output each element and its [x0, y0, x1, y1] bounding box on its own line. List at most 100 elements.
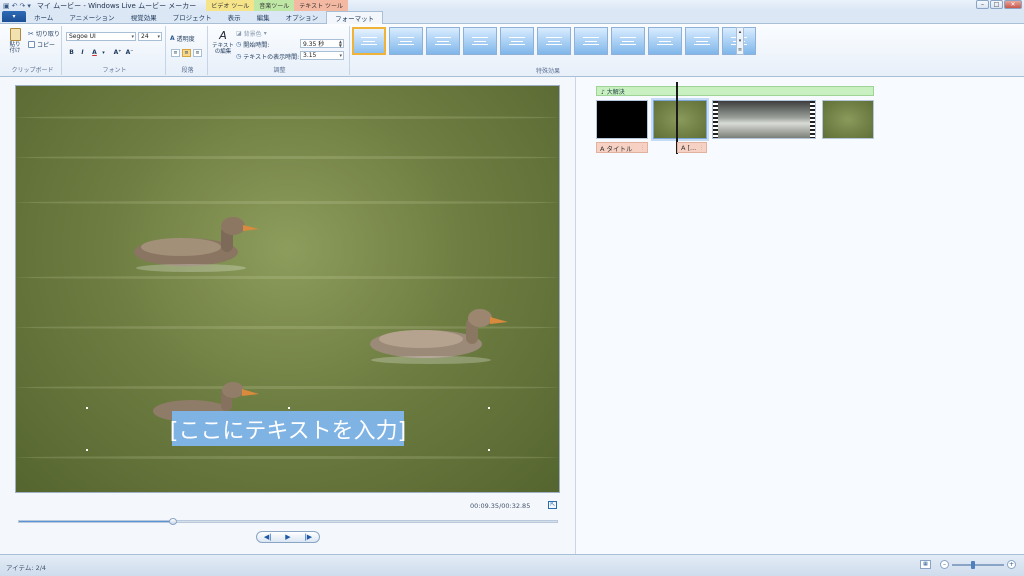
fullscreen-icon[interactable]: ⇱: [548, 501, 557, 509]
bold-button[interactable]: B: [67, 48, 76, 57]
grow-font-button[interactable]: A⁺: [112, 48, 123, 57]
edit-text-button[interactable]: A テキストの編集: [212, 29, 234, 55]
effect-thumbnail[interactable]: [389, 27, 423, 55]
save-icon[interactable]: ▣: [3, 2, 10, 10]
file-menu-button[interactable]: ▾: [2, 11, 26, 22]
effect-thumbnail[interactable]: [352, 27, 386, 55]
chevron-down-icon: ▾: [339, 52, 342, 59]
text-overlay-content[interactable]: [ここにテキストを入力]: [170, 413, 407, 445]
cut-icon: ✂: [28, 29, 34, 38]
thumbnail-size-icon[interactable]: ▦: [920, 560, 931, 569]
resize-handle[interactable]: [86, 407, 88, 409]
effect-preview-icon: [509, 37, 525, 45]
play-button[interactable]: ▶: [285, 533, 290, 541]
shrink-font-button[interactable]: A⁻: [124, 48, 135, 57]
chevron-up-icon[interactable]: ▴: [739, 29, 742, 35]
tab-4[interactable]: プロジェクト: [165, 11, 220, 23]
more-icon[interactable]: ≡: [738, 47, 742, 53]
spinner-arrows-icon[interactable]: ▲ ▼: [339, 39, 342, 48]
context-tab-text-tools: テキスト ツール: [294, 0, 348, 11]
duration-select[interactable]: 3.15 ▾: [300, 51, 344, 60]
effect-preview-icon: [694, 37, 710, 45]
tab-3[interactable]: 視覚効果: [123, 11, 165, 23]
clipboard-group: 貼り付け ✂ 切り取り コピー クリップボード: [4, 26, 62, 75]
tab-7[interactable]: オプション: [278, 11, 327, 23]
paste-button[interactable]: 貼り付け: [6, 28, 24, 54]
close-button[interactable]: ✕: [1004, 0, 1022, 9]
paste-icon: [9, 28, 21, 41]
minimize-button[interactable]: –: [976, 0, 989, 9]
effect-thumbnail[interactable]: [537, 27, 571, 55]
zoom-slider-thumb[interactable]: [970, 560, 975, 569]
background-color-button[interactable]: ◪ 背景色 ▾: [236, 29, 267, 38]
tab-2[interactable]: アニメーション: [61, 11, 122, 23]
align-left-button[interactable]: ≡: [171, 49, 180, 57]
paste-label: 貼り付け: [9, 42, 21, 54]
next-frame-button[interactable]: |▶: [304, 533, 312, 541]
chevron-down-icon[interactable]: ▾: [99, 48, 108, 57]
title-clip[interactable]: [596, 100, 648, 139]
zoom-in-button[interactable]: +: [1007, 560, 1016, 569]
undo-icon[interactable]: ↶: [12, 2, 18, 10]
zoom-out-button[interactable]: –: [940, 560, 949, 569]
italic-button[interactable]: I: [78, 48, 87, 57]
ribbon-tab-row: ▾ ホーム アニメーション 視覚効果 プロジェクト 表示 編集 オプション フォーマット: [0, 11, 1024, 24]
film-sprocket: [810, 101, 815, 138]
clock-icon: ◷: [236, 53, 242, 60]
copy-button[interactable]: コピー: [28, 40, 55, 49]
title-caption-tag[interactable]: A タイトル ⋮: [596, 142, 648, 153]
transparency-button[interactable]: A 透明度: [170, 34, 195, 43]
effect-thumbnail[interactable]: [611, 27, 645, 55]
effect-thumbnail[interactable]: [426, 27, 460, 55]
tab-6[interactable]: 編集: [249, 11, 278, 23]
video-clip-ducks[interactable]: [822, 100, 874, 139]
video-clip-road[interactable]: [712, 100, 816, 139]
qat-dropdown-icon[interactable]: ▾: [27, 2, 31, 10]
align-center-button[interactable]: ≡: [182, 49, 191, 57]
maximize-button[interactable]: □: [990, 0, 1003, 9]
window-controls: – □ ✕: [976, 0, 1022, 9]
text-caption-tag[interactable]: A [... ⋮: [677, 142, 707, 153]
seek-bar-thumb[interactable]: [169, 518, 178, 525]
effect-thumbnail[interactable]: [500, 27, 534, 55]
effect-thumbnail[interactable]: [574, 27, 608, 55]
chevron-down-icon: ▾: [157, 33, 160, 40]
font-family-select[interactable]: Segoe UI ▾: [66, 32, 136, 41]
effect-preview-icon: [583, 37, 599, 45]
font-size-select[interactable]: 24 ▾: [138, 32, 162, 41]
water-ripple: [16, 276, 559, 279]
effect-thumbnail[interactable]: [685, 27, 719, 55]
timecode-display: 00:09.35/00:32.85: [470, 502, 531, 510]
resize-handle[interactable]: [488, 407, 490, 409]
effect-thumbnail[interactable]: [648, 27, 682, 55]
chevron-down-icon[interactable]: ▾: [739, 38, 742, 44]
redo-icon[interactable]: ↷: [20, 2, 26, 10]
tab-1[interactable]: ホーム: [26, 11, 61, 23]
effect-preview-icon: [398, 37, 414, 45]
zoom-slider[interactable]: [952, 560, 1004, 569]
align-right-button[interactable]: ≡: [193, 49, 202, 57]
water-ripple: [16, 386, 559, 389]
start-time-input[interactable]: 9.35 秒 ▲ ▼: [300, 39, 344, 48]
tab-5[interactable]: 表示: [220, 11, 249, 23]
seek-bar[interactable]: [18, 518, 558, 525]
resize-handle[interactable]: [86, 449, 88, 451]
resize-handle[interactable]: [488, 449, 490, 451]
duck-image: [370, 309, 508, 364]
main-area: [ここにテキストを入力] 00:09.35/00:32.85 ⇱ ◀| ▶ |▶…: [0, 77, 1024, 554]
effect-thumbnail[interactable]: [463, 27, 497, 55]
start-time-label-row: ◷ 開始時間:: [236, 40, 269, 49]
effects-group-label: 特殊効果: [535, 68, 560, 75]
effect-preview-icon: [657, 37, 673, 45]
clipboard-group-label: クリップボード: [11, 67, 54, 74]
text-overlay-box[interactable]: [ここにテキストを入力]: [170, 411, 407, 446]
resize-handle[interactable]: [288, 407, 290, 409]
effects-gallery-scroll[interactable]: ▴ ▾ ≡: [736, 27, 744, 55]
previous-frame-button[interactable]: ◀|: [264, 533, 272, 541]
font-color-button[interactable]: A: [90, 48, 99, 57]
cut-button[interactable]: ✂ 切り取り: [28, 29, 60, 39]
music-track[interactable]: ♪ 大解決: [596, 86, 874, 96]
tab-8[interactable]: フォーマット: [326, 11, 384, 24]
font-group-label: フォント: [102, 67, 127, 74]
video-clip-ducks[interactable]: [653, 100, 707, 139]
